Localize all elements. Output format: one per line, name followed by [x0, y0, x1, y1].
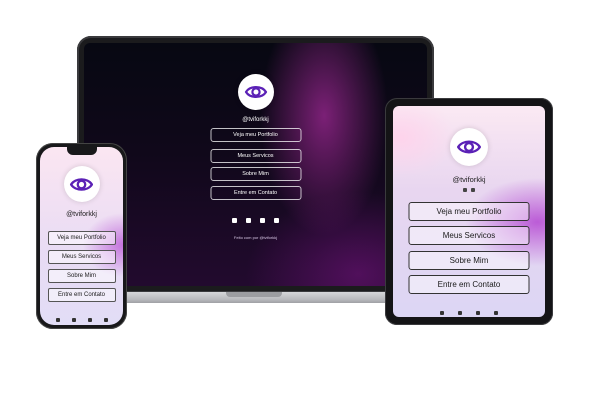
portfolio-link-button[interactable]: Veja meu Portfolio — [408, 202, 530, 221]
laptop-trackpad-notch — [226, 292, 282, 297]
profile-handle: @tviforkkj — [242, 117, 269, 123]
profile-handle: @tviforkkj — [66, 211, 97, 218]
portfolio-link-button[interactable]: Veja meu Portfolio — [210, 128, 301, 142]
services-link-button[interactable]: Meus Servicos — [408, 226, 530, 245]
tiktok-icon[interactable] — [260, 218, 265, 223]
about-link-button[interactable]: Sobre Mim — [408, 251, 530, 270]
phone-notch — [67, 147, 97, 155]
portfolio-link-button[interactable]: Veja meu Portfolio — [47, 231, 116, 245]
instagram-icon[interactable] — [232, 218, 237, 223]
whatsapp-icon[interactable] — [71, 318, 76, 322]
whatsapp-icon[interactable] — [458, 311, 462, 315]
social-icons — [40, 318, 123, 322]
social-mini-icons — [393, 188, 545, 192]
instagram-icon[interactable] — [440, 311, 444, 315]
whatsapp-icon[interactable] — [471, 188, 475, 192]
linkedin-icon[interactable] — [494, 311, 498, 315]
footer-text: Feito com por @tviforkkj — [233, 235, 278, 240]
phone-screen: @tviforkkj Veja meu Portfolio Meus Servi… — [40, 147, 123, 325]
tiktok-icon[interactable] — [87, 318, 92, 322]
linkedin-icon[interactable] — [274, 218, 279, 223]
contact-link-button[interactable]: Entre em Contato — [210, 186, 301, 200]
tiktok-icon[interactable] — [476, 311, 480, 315]
laptop-screen: @tviforkkj Veja meu Portfolio Meus Servi… — [84, 43, 427, 286]
instagram-icon[interactable] — [55, 318, 60, 322]
about-link-button[interactable]: Sobre Mim — [210, 167, 301, 181]
about-link-button[interactable]: Sobre Mim — [47, 269, 116, 283]
avatar — [450, 128, 488, 166]
avatar — [63, 166, 100, 202]
profile-handle: @tviforkkj — [452, 175, 486, 184]
social-icons — [393, 311, 545, 315]
social-icons — [84, 218, 427, 223]
instagram-icon[interactable] — [463, 188, 467, 192]
tablet-screen: @tviforkkj Veja meu Portfolio Meus Servi… — [393, 106, 545, 317]
eye-icon — [69, 177, 94, 191]
contact-link-button[interactable]: Entre em Contato — [47, 288, 116, 302]
services-link-button[interactable]: Meus Servicos — [210, 149, 301, 163]
linkedin-icon[interactable] — [103, 318, 108, 322]
eye-icon — [244, 86, 267, 98]
whatsapp-icon[interactable] — [246, 218, 251, 223]
eye-icon — [456, 140, 482, 154]
services-link-button[interactable]: Meus Servicos — [47, 250, 116, 264]
contact-link-button[interactable]: Entre em Contato — [408, 275, 530, 294]
avatar — [237, 74, 274, 110]
